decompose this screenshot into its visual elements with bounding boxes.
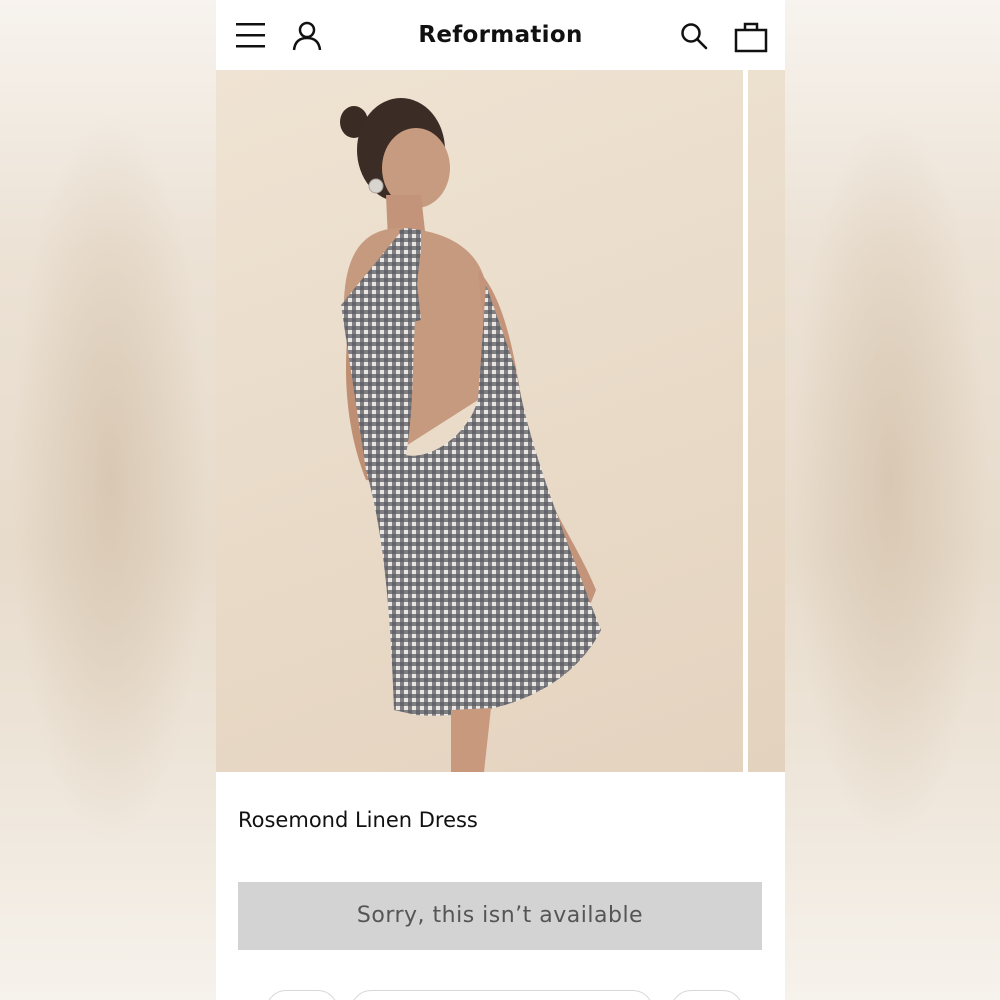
search-icon[interactable] [680, 22, 708, 50]
product-image[interactable] [216, 70, 743, 772]
unavailable-button[interactable]: Sorry, this isn’t available [238, 882, 762, 950]
option-chip[interactable] [351, 990, 653, 1000]
product-title: Rosemond Linen Dress [238, 808, 478, 832]
option-chips [216, 985, 785, 1000]
bag-icon[interactable] [734, 19, 768, 53]
option-chip[interactable] [671, 990, 743, 1000]
site-header: Reformation [216, 0, 785, 70]
option-chip[interactable] [266, 990, 338, 1000]
mobile-page: Reformation Rosemond Linen Dress Sorry, … [216, 0, 785, 1000]
next-product-image[interactable] [748, 70, 785, 772]
model-photo [340, 98, 601, 772]
